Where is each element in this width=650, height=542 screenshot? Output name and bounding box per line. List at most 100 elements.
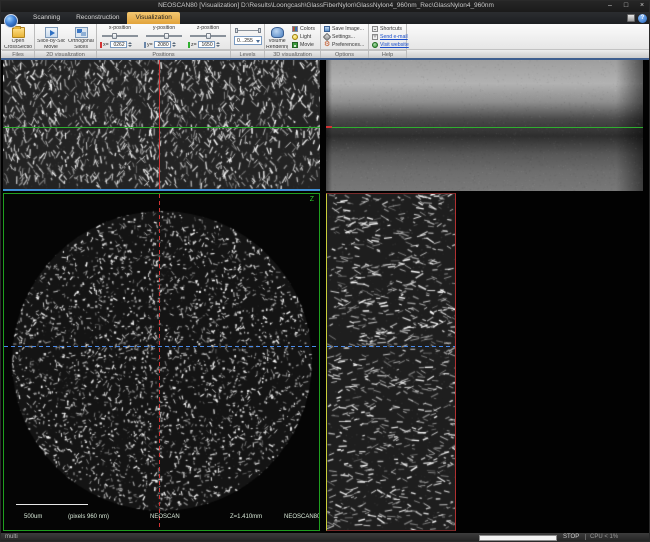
- y-value-input[interactable]: 2080: [154, 41, 171, 48]
- ribbon-group-options: Save Image... Settings... ⚙ Preferences.…: [321, 24, 369, 58]
- levels-range-slider[interactable]: [235, 28, 261, 33]
- ribbon-style-icon[interactable]: [627, 14, 635, 22]
- y-position-slider[interactable]: [146, 33, 182, 39]
- slice-by-slice-movie-button[interactable]: Slice-by-Slice Movie: [36, 25, 66, 49]
- help-buttons: Shortcuts Send e-mail Visit website: [370, 25, 411, 48]
- z-crosshair-line-projection[interactable]: [326, 127, 643, 128]
- tab-reconstruction[interactable]: Reconstruction: [68, 12, 127, 24]
- shortcuts-button[interactable]: Shortcuts: [370, 25, 411, 32]
- wrench-icon: [323, 32, 331, 40]
- ribbon-group-levels: 0...255 Levels: [231, 24, 265, 58]
- z-prefix: z=: [191, 42, 197, 48]
- settings-label: Settings...: [332, 34, 355, 40]
- stop-button[interactable]: STOP: [563, 534, 579, 540]
- ribbon-tabs: Scanning Reconstruction Visualization: [25, 12, 180, 24]
- volume-rendering-button[interactable]: Volume Rendering: [265, 25, 289, 49]
- help-icon[interactable]: ?: [638, 14, 647, 23]
- light-icon: [292, 34, 298, 40]
- minimize-button[interactable]: –: [603, 1, 617, 11]
- xz-slice-image[interactable]: [3, 60, 320, 189]
- mail-icon: [372, 34, 378, 40]
- save-image-label: Save Image...: [332, 26, 364, 32]
- status-bar: multi STOP CPU < 1%: [1, 533, 650, 542]
- group-caption-options: Options: [321, 50, 368, 58]
- group-caption-help: Help: [369, 50, 406, 58]
- x-position-label: x-position: [99, 25, 141, 31]
- viewport-area: Z 500um (pixels 960 nm) NEOSCAN Z=1.410m…: [1, 60, 650, 533]
- send-email-label: Send e-mail: [380, 34, 408, 40]
- send-email-link[interactable]: Send e-mail: [370, 33, 411, 40]
- viewport-axial-slice[interactable]: Z 500um (pixels 960 nm) NEOSCAN Z=1.410m…: [3, 193, 320, 531]
- y-spinner-arrows[interactable]: [172, 42, 176, 47]
- gear-icon: ⚙: [324, 42, 330, 48]
- orthogonal-slices-button[interactable]: Orthogonal Slices: [66, 25, 96, 49]
- save-image-button[interactable]: Save Image...: [322, 25, 366, 32]
- open-crosssections-button[interactable]: Open CrossSections: [3, 25, 33, 49]
- yz-slice-image[interactable]: [327, 194, 455, 530]
- x-spin-row: x= 0262: [99, 41, 141, 48]
- vis3d-small-buttons: Colors Light Movie: [290, 25, 317, 48]
- status-mode-label: multi: [5, 534, 18, 540]
- y-slider-thumb[interactable]: [164, 33, 169, 39]
- y-crosshair-dashed-line[interactable]: [4, 346, 319, 347]
- z-spin-row: z= 1650: [187, 41, 229, 48]
- preferences-label: Preferences...: [332, 42, 364, 48]
- x-crosshair-line[interactable]: [159, 60, 160, 189]
- x-slider-thumb[interactable]: [112, 33, 117, 39]
- x-axis-color-icon: [100, 42, 102, 48]
- z-position-slider[interactable]: [190, 33, 226, 39]
- tab-scanning[interactable]: Scanning: [25, 12, 68, 24]
- x-position-slider[interactable]: [102, 33, 138, 39]
- viewport-yz-slice[interactable]: [326, 193, 456, 531]
- z-position-control: z-position z= 1650: [187, 25, 229, 48]
- settings-button[interactable]: Settings...: [322, 33, 366, 40]
- x-prefix: x=: [103, 42, 109, 48]
- brand-label: NEOSCAN: [150, 514, 180, 520]
- x-position-control: x-position x= 0262: [99, 25, 141, 48]
- y-axis-color-icon: [144, 42, 146, 48]
- z-slider-thumb[interactable]: [206, 33, 211, 39]
- levels-min-handle[interactable]: [235, 28, 238, 33]
- preferences-button[interactable]: ⚙ Preferences...: [322, 41, 366, 48]
- app-logo-icon[interactable]: [4, 14, 18, 28]
- visit-website-link[interactable]: Visit website: [370, 41, 411, 48]
- maximize-button[interactable]: □: [619, 1, 633, 11]
- open-folder-icon: [12, 27, 25, 38]
- light-button[interactable]: Light: [290, 33, 317, 40]
- z-value-input[interactable]: 1650: [198, 41, 215, 48]
- axial-slice-image[interactable]: [4, 194, 319, 530]
- viewport-projection[interactable]: [326, 60, 643, 191]
- play-icon: [45, 27, 58, 38]
- tab-visualization[interactable]: Visualization: [127, 12, 179, 24]
- group-caption-3d-visualization: 3D visualization: [265, 50, 320, 58]
- z-spinner-arrows[interactable]: [216, 42, 220, 47]
- levels-combo[interactable]: 0...255: [234, 36, 262, 45]
- window-controls: – □ ×: [603, 1, 649, 11]
- ribbon-group-positions: x-position x= 0262 y-position: [97, 24, 231, 58]
- z-position-label: z-position: [187, 25, 229, 31]
- title-bar: NEOSCAN80 [Visualization] D:\Results\Loo…: [1, 1, 650, 12]
- y-position-label: y-position: [143, 25, 185, 31]
- levels-value: 0...255: [237, 38, 253, 44]
- x-spinner-arrows[interactable]: [128, 42, 132, 47]
- movie-button[interactable]: Movie: [290, 41, 317, 48]
- y-prefix: y=: [147, 42, 153, 48]
- progress-bar: [479, 535, 557, 541]
- z-readout-label: Z=1.410mm: [230, 514, 262, 520]
- pixel-size-label: (pixels 960 nm): [68, 514, 109, 520]
- y-crosshair-dashed-line-strip[interactable]: [327, 346, 455, 347]
- viewport-xz-slice[interactable]: [3, 60, 320, 191]
- globe-icon: [372, 42, 378, 48]
- group-caption-2d-visualization: 2D visualization: [35, 50, 96, 58]
- colors-button[interactable]: Colors: [290, 25, 317, 32]
- z-crosshair-line[interactable]: [3, 127, 320, 128]
- x-crosshair-dashed-line[interactable]: [159, 194, 160, 530]
- levels-max-handle[interactable]: [258, 28, 261, 33]
- close-button[interactable]: ×: [635, 1, 649, 11]
- x-value-input[interactable]: 0262: [110, 41, 127, 48]
- ribbon-group-help: Shortcuts Send e-mail Visit website Help: [369, 24, 407, 58]
- light-label: Light: [300, 34, 311, 40]
- y-spin-row: y= 2080: [143, 41, 185, 48]
- options-buttons: Save Image... Settings... ⚙ Preferences.…: [322, 25, 366, 48]
- projection-image[interactable]: [326, 60, 643, 191]
